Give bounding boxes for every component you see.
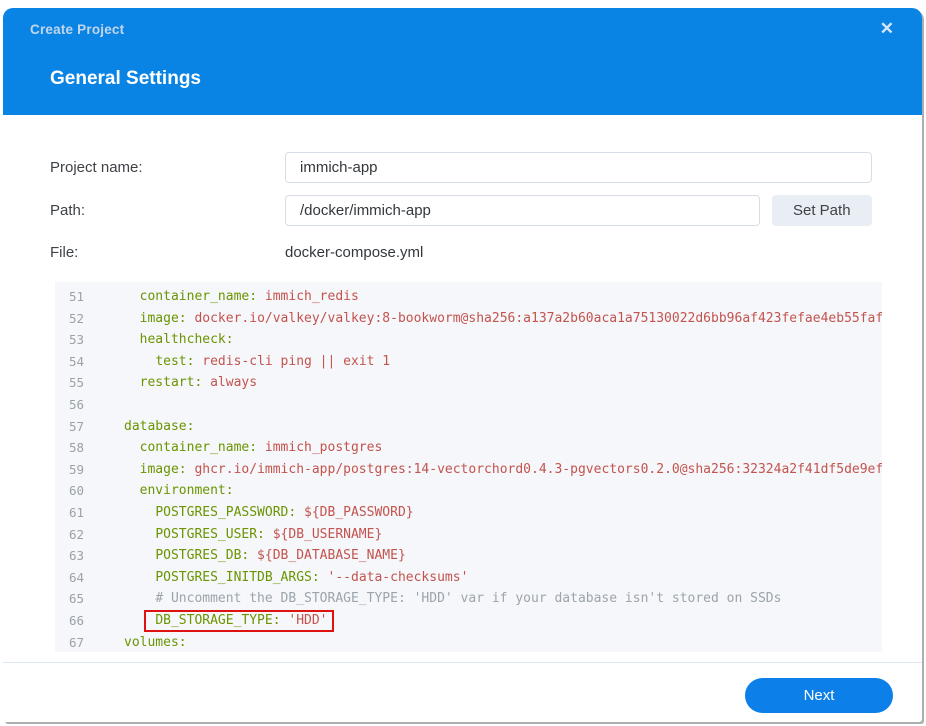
code-line: 67 volumes: xyxy=(55,632,882,653)
code-text: container_name: immich_postgres xyxy=(84,437,383,459)
line-number: 52 xyxy=(68,310,84,326)
dialog-header: Create Project ✕ General Settings xyxy=(3,8,922,115)
project-name-row: Project name: xyxy=(50,152,922,183)
yaml-key: restart: xyxy=(139,375,203,391)
code-lines: 51 container_name: immich_redis 52 image:… xyxy=(55,286,882,652)
line-number: 54 xyxy=(68,353,84,369)
yaml-key: environment: xyxy=(139,483,234,499)
yaml-key: DB_STORAGE_TYPE: xyxy=(155,612,281,628)
line-number: 51 xyxy=(68,289,84,304)
file-name-value: docker-compose.yml xyxy=(285,244,424,261)
line-number: 62 xyxy=(68,526,84,542)
yaml-key: volumes: xyxy=(124,634,187,650)
code-line: 61 POSTGRES_PASSWORD: ${DB_PASSWORD} xyxy=(55,502,882,524)
line-number: 59 xyxy=(68,461,84,477)
code-line: 58 container_name: immich_postgres xyxy=(55,437,882,459)
code-text: healthcheck: xyxy=(84,329,234,351)
code-text: database: xyxy=(84,416,194,438)
yaml-key: POSTGRES_PASSWORD: xyxy=(155,504,297,520)
code-text: # Uncomment the DB_STORAGE_TYPE: 'HDD' v… xyxy=(84,588,781,610)
yaml-key: test: xyxy=(155,353,195,369)
yaml-key: POSTGRES_USER: xyxy=(155,526,265,542)
yaml-value: ${DB_DATABASE_NAME} xyxy=(249,548,406,564)
line-number: 64 xyxy=(68,569,84,585)
code-text: volumes: xyxy=(84,632,187,653)
code-line: 56 xyxy=(55,394,882,416)
yaml-value: immich_postgres xyxy=(257,440,383,456)
code-text: POSTGRES_DB: ${DB_DATABASE_NAME} xyxy=(84,545,406,567)
line-number: 63 xyxy=(68,548,84,564)
annotation-highlight-box: DB_STORAGE_TYPE: 'HDD' xyxy=(144,609,334,632)
line-number: 56 xyxy=(68,396,84,412)
line-number: 60 xyxy=(68,483,84,499)
code-line: 60 environment: xyxy=(55,480,882,502)
path-row: Path: Set Path xyxy=(50,195,922,226)
yaml-key: container_name: xyxy=(139,440,258,456)
file-row: File: docker-compose.yml xyxy=(50,244,922,261)
yaml-key: image: xyxy=(139,461,187,477)
dialog-footer: Next xyxy=(3,662,922,722)
code-line: 66 DB_STORAGE_TYPE: 'HDD' xyxy=(55,609,882,632)
code-text: image: docker.io/valkey/valkey:8-bookwor… xyxy=(84,308,882,330)
yaml-key: POSTGRES_DB: xyxy=(155,548,250,564)
yaml-key: container_name: xyxy=(139,289,258,304)
yaml-comment: # Uncomment the DB_STORAGE_TYPE: 'HDD' v… xyxy=(155,591,782,607)
code-line: 59 image: ghcr.io/immich-app/postgres:14… xyxy=(55,459,882,481)
create-project-dialog: Create Project ✕ General Settings Projec… xyxy=(3,8,922,722)
code-text: image: ghcr.io/immich-app/postgres:14-ve… xyxy=(84,459,882,481)
code-line: 62 POSTGRES_USER: ${DB_USERNAME} xyxy=(55,524,882,546)
line-number: 61 xyxy=(68,504,84,520)
line-number: 65 xyxy=(68,591,84,607)
line-number: 67 xyxy=(68,634,84,650)
yaml-value: 'HDD' xyxy=(280,612,328,628)
yaml-key: database: xyxy=(124,418,195,434)
yaml-value: ${DB_USERNAME} xyxy=(264,526,383,542)
line-number: 57 xyxy=(68,418,84,434)
general-settings-form: Project name: Path: Set Path File: docke… xyxy=(3,115,922,261)
line-number: 58 xyxy=(68,440,84,456)
code-line: 52 image: docker.io/valkey/valkey:8-book… xyxy=(55,308,882,330)
yaml-value: '--data-checksums' xyxy=(319,569,469,585)
code-text: POSTGRES_INITDB_ARGS: '--data-checksums' xyxy=(84,567,468,589)
line-number: 53 xyxy=(68,332,84,348)
code-text: POSTGRES_USER: ${DB_USERNAME} xyxy=(84,524,382,546)
set-path-button[interactable]: Set Path xyxy=(772,195,872,226)
code-line: 53 healthcheck: xyxy=(55,329,882,351)
line-number: 55 xyxy=(68,375,84,391)
path-input[interactable] xyxy=(285,195,760,226)
project-name-input[interactable] xyxy=(285,152,872,183)
project-name-label: Project name: xyxy=(50,159,143,176)
yaml-key: healthcheck: xyxy=(139,332,234,348)
code-text: test: redis-cli ping || exit 1 xyxy=(84,351,390,373)
code-text: container_name: immich_redis xyxy=(84,286,359,308)
code-line: 57 database: xyxy=(55,416,882,438)
code-line: 63 POSTGRES_DB: ${DB_DATABASE_NAME} xyxy=(55,545,882,567)
code-line: 55 restart: always xyxy=(55,372,882,394)
yaml-value: ${DB_PASSWORD} xyxy=(296,504,414,520)
yaml-value: always xyxy=(202,375,258,391)
yaml-value: ghcr.io/immich-app/postgres:14-vectorcho… xyxy=(186,461,882,477)
close-icon[interactable]: ✕ xyxy=(880,20,894,37)
code-line: 64 POSTGRES_INITDB_ARGS: '--data-checksu… xyxy=(55,567,882,589)
yaml-value: redis-cli ping || exit 1 xyxy=(194,353,391,369)
dialog-title: Create Project xyxy=(30,22,125,37)
code-line: 54 test: redis-cli ping || exit 1 xyxy=(55,351,882,373)
code-line: 51 container_name: immich_redis xyxy=(55,286,882,308)
next-button[interactable]: Next xyxy=(745,678,893,713)
yaml-key: image: xyxy=(139,310,187,326)
code-text: restart: always xyxy=(84,372,257,394)
code-text: POSTGRES_PASSWORD: ${DB_PASSWORD} xyxy=(84,502,414,524)
path-label: Path: xyxy=(50,202,86,219)
code-text: environment: xyxy=(84,480,234,502)
file-label: File: xyxy=(50,244,79,261)
section-title: General Settings xyxy=(50,68,201,89)
code-text: DB_STORAGE_TYPE: 'HDD' xyxy=(84,609,334,632)
code-line: 65 # Uncomment the DB_STORAGE_TYPE: 'HDD… xyxy=(55,588,882,610)
yaml-code-editor[interactable]: 51 container_name: immich_redis 52 image:… xyxy=(55,282,882,652)
yaml-value: immich_redis xyxy=(257,289,359,304)
line-number: 66 xyxy=(68,612,84,628)
yaml-value: docker.io/valkey/valkey:8-bookworm@sha25… xyxy=(186,310,882,326)
yaml-key: POSTGRES_INITDB_ARGS: xyxy=(155,569,320,585)
